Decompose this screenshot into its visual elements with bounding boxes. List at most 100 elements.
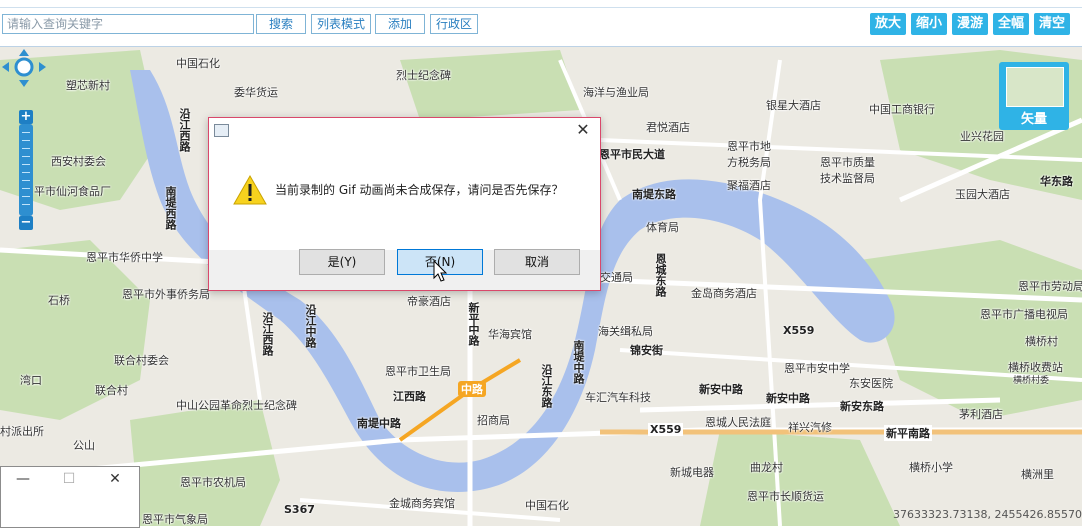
poi-label: 金岛商务酒店 <box>691 287 757 300</box>
dialog-close-button[interactable]: ✕ <box>572 120 594 140</box>
dialog-body: 当前录制的 Gif 动画尚未合成保存，请问是否先保存？ <box>209 144 600 250</box>
add-button[interactable]: 添加 <box>375 14 425 34</box>
poi-label: 恩平市劳动局 <box>1018 280 1082 293</box>
full-extent-button[interactable]: 全幅 <box>993 13 1029 35</box>
maximize-button[interactable]: ☐ <box>57 469 81 489</box>
window-close-button[interactable]: ✕ <box>103 469 127 489</box>
road-label: 南堤东路 <box>632 188 676 201</box>
poi-label: 恩平市地方税务局 <box>727 140 771 169</box>
mouse-cursor-icon <box>433 260 448 282</box>
minimize-button[interactable]: — <box>11 469 35 489</box>
road-label: 中路 <box>458 381 486 397</box>
road-label: 沿江东路 <box>540 364 553 408</box>
poi-label: 聚福酒店 <box>727 179 771 192</box>
poi-label: 恩平市安中学 <box>784 362 850 375</box>
road-label: X559 <box>648 423 684 436</box>
poi-label: 东安医院 <box>849 377 893 390</box>
poi-label: 帝豪酒店 <box>407 295 451 308</box>
toolbar-divider <box>0 7 1082 8</box>
road-label: 新安中路 <box>699 383 743 396</box>
poi-label: 恩平市外事侨务局 <box>122 288 210 301</box>
road-label: 新平南路 <box>884 425 932 441</box>
app-window-icon <box>214 124 229 137</box>
poi-label: 恩平市气象局 <box>142 513 208 526</box>
road-label: 南堤西路 <box>164 186 177 230</box>
poi-label: 海洋与渔业局 <box>583 86 649 99</box>
poi-label: 君悦酒店 <box>646 121 690 134</box>
poi-label: 横桥村委 <box>1013 376 1050 386</box>
zoom-in-button[interactable]: 放大 <box>870 13 906 35</box>
poi-label: 海关缉私局 <box>598 325 653 338</box>
coordinate-readout: 37633323.73138, 2455426.85570 <box>893 508 1082 521</box>
poi-label: 恩平市长顺货运 <box>747 490 824 503</box>
poi-label: 恩平市华侨中学 <box>86 251 163 264</box>
poi-label: 中国工商银行 <box>869 103 935 116</box>
poi-label: 西安村委会 <box>51 155 106 168</box>
road-label: 沿江西路 <box>178 108 191 152</box>
background-window: — ☐ ✕ <box>0 466 140 528</box>
poi-label: 银星大酒店 <box>766 99 821 112</box>
poi-label: 恩平市卫生局 <box>385 365 451 378</box>
road-label: 新安东路 <box>840 400 884 413</box>
zoom-out-button[interactable]: 缩小 <box>911 13 947 35</box>
poi-label: 车汇汽车科技 <box>585 391 651 404</box>
poi-label: 恩平市农机局 <box>180 476 246 489</box>
zoom-slider[interactable] <box>19 124 33 216</box>
poi-label: 平市仙河食品厂 <box>34 185 111 198</box>
poi-label: 横桥小学 <box>909 461 953 474</box>
poi-label: 恩城人民法庭 <box>705 416 771 429</box>
poi-label: 曲龙村 <box>750 461 783 474</box>
poi-label: 茅利酒店 <box>959 408 1003 421</box>
road-label: 沿江西路 <box>261 312 274 356</box>
road-label: 新平中路 <box>467 302 480 346</box>
yes-button[interactable]: 是(Y) <box>299 249 385 275</box>
road-label: X559 <box>783 324 815 337</box>
warning-icon <box>233 175 267 205</box>
poi-label: 湾口 <box>20 374 42 387</box>
list-mode-button[interactable]: 列表模式 <box>311 14 371 34</box>
poi-label: 恩平市质量技术监督局 <box>820 156 875 185</box>
poi-label: 公山 <box>73 439 95 452</box>
road-label: 锦安街 <box>630 344 663 357</box>
poi-label: 祥兴汽修 <box>788 421 832 434</box>
poi-label: 烈士纪念碑 <box>396 69 451 82</box>
poi-label: 玉园大酒店 <box>955 188 1010 201</box>
dialog-message: 当前录制的 Gif 动画尚未合成保存，请问是否先保存？ <box>275 183 564 197</box>
poi-label: 恩平市广播电视局 <box>980 308 1068 321</box>
road-label: S367 <box>284 503 315 516</box>
map-toolbar: 搜索 列表模式 添加 行政区 放大 缩小 漫游 全幅 清空 <box>0 0 1082 47</box>
district-button[interactable]: 行政区 <box>430 14 478 34</box>
layer-switch[interactable]: 矢量 <box>999 62 1069 130</box>
poi-label: 业兴花园 <box>960 130 1004 143</box>
poi-label: 中国石化 <box>176 57 220 70</box>
search-input[interactable] <box>2 14 254 34</box>
poi-label: 华海宾馆 <box>488 328 532 341</box>
roam-button[interactable]: 漫游 <box>952 13 988 35</box>
search-button[interactable]: 搜索 <box>256 14 306 34</box>
poi-label: 委华货运 <box>234 86 278 99</box>
road-label: 南堤中路 <box>357 417 401 430</box>
layer-thumbnail <box>1006 67 1064 107</box>
poi-label: 横洲里 <box>1021 468 1054 481</box>
road-label: 华东路 <box>1040 175 1073 188</box>
poi-label: 新城电器 <box>670 466 714 479</box>
cancel-button[interactable]: 取消 <box>494 249 580 275</box>
zoom-slider-minus[interactable]: − <box>19 216 33 230</box>
clear-button[interactable]: 清空 <box>1034 13 1070 35</box>
road-label: 恩城东路 <box>654 253 667 297</box>
pan-control[interactable] <box>0 46 48 90</box>
save-confirm-dialog: ✕ 当前录制的 Gif 动画尚未合成保存，请问是否先保存？ 是(Y) 否(N) … <box>208 117 601 291</box>
poi-label: 村派出所 <box>0 425 44 438</box>
poi-label: 交通局 <box>600 271 633 284</box>
road-label: 新安中路 <box>766 392 810 405</box>
layer-switch-label: 矢量 <box>1020 112 1047 127</box>
road-label: 沿江中路 <box>304 304 317 348</box>
poi-label: 金城商务宾馆 <box>389 497 455 510</box>
poi-label: 石桥 <box>48 294 70 307</box>
poi-label: 联合村委会 <box>114 354 169 367</box>
dialog-titlebar: ✕ <box>209 118 600 144</box>
poi-label: 塑芯新村 <box>66 79 110 92</box>
poi-label: 横桥村 <box>1025 335 1058 348</box>
zoom-slider-plus[interactable]: + <box>19 110 33 124</box>
poi-label: 体育局 <box>646 221 679 234</box>
